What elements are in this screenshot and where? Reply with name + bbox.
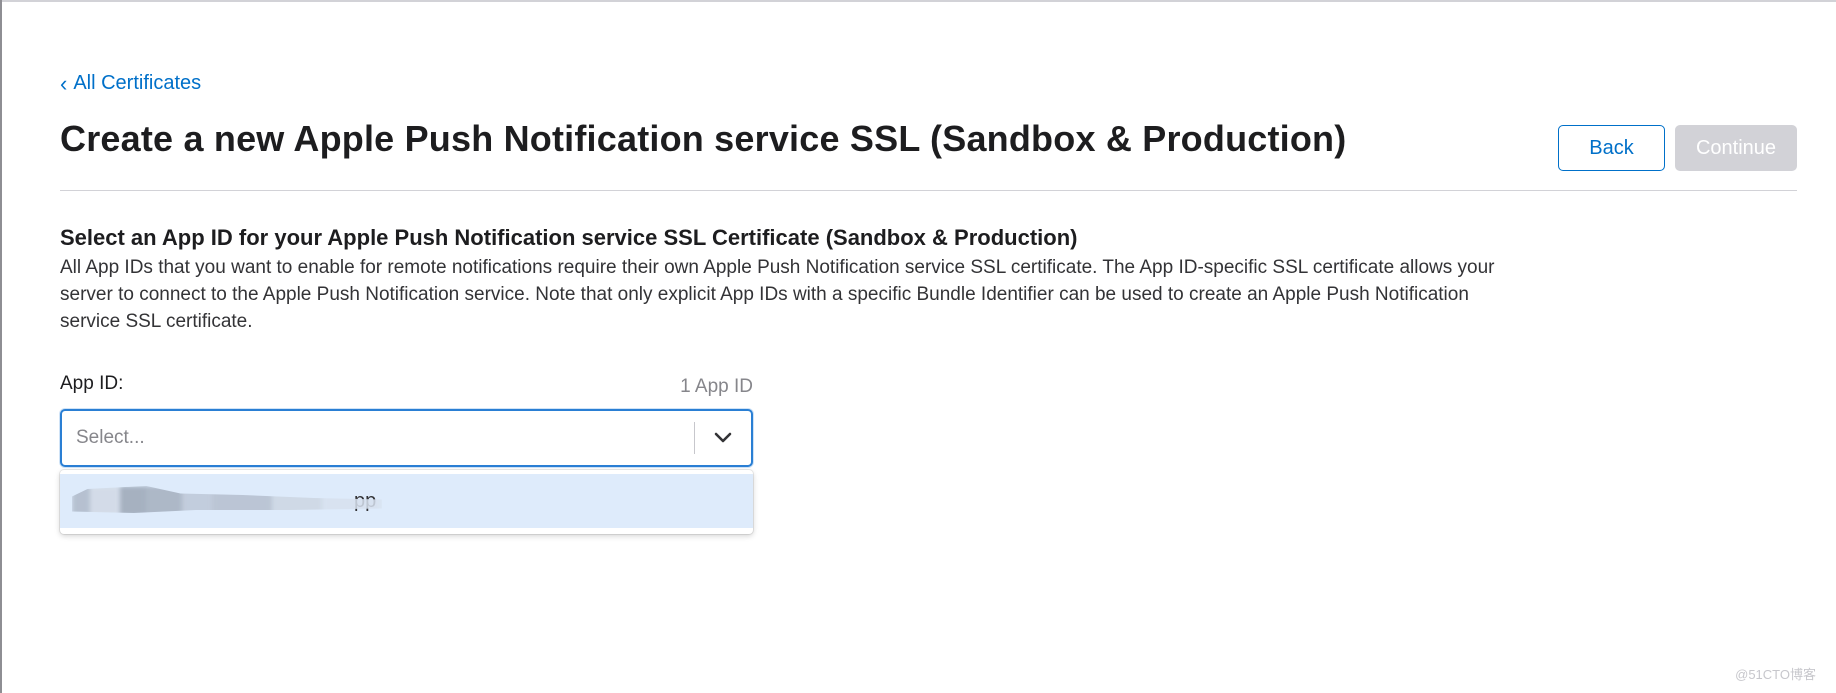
section-heading: Select an App ID for your Apple Push Not… (60, 225, 1078, 250)
dropdown-option[interactable]: pp (60, 474, 753, 528)
back-button[interactable]: Back (1558, 125, 1665, 171)
top-border (0, 0, 1836, 3)
app-id-label: App ID: (60, 373, 124, 394)
chevron-left-icon: ‹ (60, 70, 68, 96)
app-id-count: 1 App ID (680, 376, 753, 397)
chevron-down-icon[interactable] (695, 411, 751, 465)
app-id-select[interactable]: Select... (60, 409, 753, 467)
left-border (0, 0, 2, 693)
select-placeholder: Select... (76, 427, 145, 448)
continue-button[interactable]: Continue (1675, 125, 1797, 171)
app-id-dropdown-menu: pp (60, 470, 753, 534)
page-title: Create a new Apple Push Notification ser… (60, 118, 1347, 159)
breadcrumb-label: All Certificates (73, 72, 202, 94)
breadcrumb-all-certificates[interactable]: ‹ All Certificates (60, 72, 201, 95)
watermark: @51CTO博客 (1735, 667, 1816, 682)
section-description: All App IDs that you want to enable for … (60, 257, 1495, 332)
header-divider (60, 190, 1797, 191)
